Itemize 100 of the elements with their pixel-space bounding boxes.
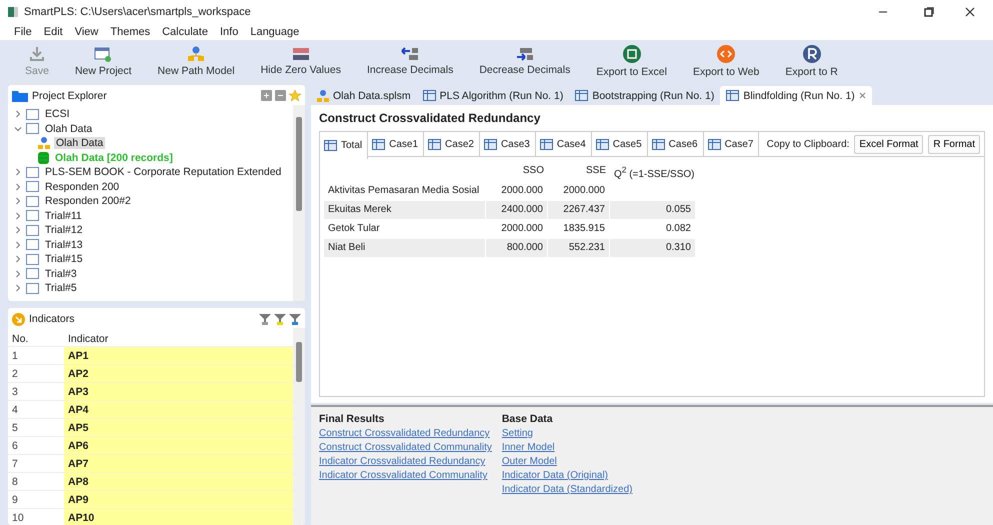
tree-item[interactable]: ECSI — [43, 108, 72, 120]
menu-item[interactable]: Calculate — [162, 26, 208, 38]
app-icon — [8, 7, 18, 17]
window-title: SmartPLS: C:\Users\acer\smartpls_workspace — [24, 6, 252, 18]
menu-item[interactable]: Themes — [110, 26, 150, 38]
project-icon — [26, 181, 39, 192]
chevron-right-icon[interactable] — [14, 212, 22, 220]
table-icon — [428, 138, 442, 150]
project-icon — [26, 268, 39, 280]
tree-item[interactable]: Trial#15 — [43, 253, 85, 266]
toolbar-button[interactable]: Decrease Decimals — [466, 41, 584, 81]
toolbar-button[interactable]: Increase Decimals — [354, 41, 466, 81]
case-tab[interactable]: Case7 — [704, 132, 760, 157]
tree-item[interactable]: Responden 200 — [43, 180, 122, 193]
folder-icon — [12, 90, 28, 102]
table-cell: AP8 — [64, 473, 293, 491]
table-cell: AP2 — [64, 365, 293, 383]
code-icon — [717, 44, 736, 62]
menu-item[interactable]: View — [74, 26, 98, 38]
new-window-icon — [94, 46, 112, 62]
tree-item[interactable]: Trial#5 — [43, 282, 79, 294]
editor-tab[interactable]: Olah Data.splsm — [311, 86, 417, 105]
report-link[interactable]: Indicator Data (Original) — [502, 470, 632, 481]
case-tab[interactable]: Case6 — [648, 132, 704, 157]
tree-item[interactable]: Olah Data — [43, 122, 94, 135]
copy-button[interactable]: Excel Format — [854, 134, 924, 154]
table-cell: AP4 — [64, 401, 293, 419]
chevron-right-icon[interactable] — [14, 110, 22, 118]
expand-all-icon[interactable] — [261, 90, 272, 101]
project-icon — [26, 123, 39, 134]
report-link[interactable]: Inner Model — [502, 442, 632, 453]
report-link[interactable]: Indicator Crossvalidated Redundancy — [319, 456, 492, 467]
tree-item[interactable]: Trial#11 — [43, 210, 84, 222]
table-cell: 800.000 — [486, 239, 548, 257]
toolbar-button[interactable]: Export to Web — [680, 41, 772, 81]
star-icon[interactable] — [289, 90, 301, 102]
editor-tab[interactable]: PLS Algorithm (Run No. 1) — [416, 86, 570, 105]
case-tab[interactable]: Case3 — [480, 132, 536, 157]
toolbar-button[interactable]: New Path Model — [144, 41, 248, 81]
table-cell: 0.055 — [610, 201, 696, 219]
table-icon — [422, 90, 436, 101]
chevron-right-icon[interactable] — [14, 168, 22, 176]
toolbar-button[interactable]: Hide Zero Values — [248, 41, 354, 81]
tree-item[interactable]: Olah Data — [54, 137, 106, 150]
hierarchy-icon — [38, 137, 50, 150]
table-icon — [484, 138, 497, 150]
case-tab[interactable]: Case2 — [424, 132, 480, 157]
editor-tab[interactable]: Blindfolding (Run No. 1) — [720, 86, 872, 105]
report-link[interactable]: Construct Crossvalidated Communality — [319, 442, 492, 453]
collapse-all-icon[interactable] — [275, 90, 286, 101]
chevron-right-icon[interactable] — [14, 226, 22, 234]
toolbar-button[interactable]: Export to R — [772, 41, 851, 81]
report-title: Construct Crossvalidated Redundancy — [319, 111, 542, 125]
copy-button[interactable]: R Format — [928, 134, 980, 154]
menu-item[interactable]: Info — [220, 26, 238, 38]
menu-item[interactable]: Language — [250, 26, 300, 38]
panel-title: Project Explorer — [32, 90, 107, 102]
table-cell: 0.310 — [610, 239, 696, 257]
toolbar-button[interactable]: New Project — [62, 41, 145, 81]
report-link[interactable]: Outer Model — [502, 456, 632, 467]
report-link[interactable]: Indicator Data (Standardized) — [502, 484, 632, 495]
tree-item[interactable]: Trial#13 — [43, 238, 85, 251]
table-cell: AP5 — [64, 419, 293, 437]
table-cell: AP3 — [64, 383, 293, 401]
table-cell: AP10 — [64, 509, 293, 525]
toolbar-button[interactable]: Export to Excel — [583, 41, 680, 81]
table-icon — [596, 138, 609, 150]
table-cell: 552.231 — [548, 239, 610, 257]
filter-icon[interactable] — [259, 313, 271, 325]
project-icon — [26, 108, 39, 120]
editor-tab[interactable]: Bootstrapping (Run No. 1) — [569, 86, 720, 105]
scrollbar[interactable] — [293, 328, 305, 525]
tree-item[interactable]: Trial#12 — [43, 224, 85, 236]
chevron-right-icon[interactable] — [14, 284, 22, 292]
case-tab[interactable]: Case1 — [368, 132, 424, 157]
chevron-down-icon[interactable] — [14, 124, 22, 133]
tree-item[interactable]: Trial#3 — [43, 268, 79, 280]
tree-item[interactable]: Responden 200#2 — [43, 195, 133, 208]
report-link[interactable]: Setting — [502, 428, 632, 439]
row-header: Niat Beli — [324, 239, 486, 257]
table-cell: 2267.437 — [548, 201, 610, 219]
table-cell: AP9 — [64, 491, 293, 509]
tree-item[interactable]: PLS-SEM BOOK - Corporate Reputation Extended — [43, 166, 284, 178]
case-tab[interactable]: Case4 — [536, 132, 592, 157]
filter-icon[interactable] — [274, 313, 286, 325]
chevron-right-icon[interactable] — [14, 255, 22, 264]
chevron-right-icon[interactable] — [14, 182, 22, 191]
chevron-right-icon[interactable] — [14, 197, 22, 206]
report-link[interactable]: Construct Crossvalidated Redundancy — [319, 428, 492, 439]
report-link[interactable]: Indicator Crossvalidated Communality — [319, 470, 492, 481]
chevron-right-icon[interactable] — [14, 270, 22, 278]
chevron-right-icon[interactable] — [14, 240, 22, 249]
case-tab[interactable]: Case5 — [592, 132, 648, 157]
filter-icon[interactable] — [289, 313, 301, 325]
menu-item[interactable]: Edit — [44, 26, 63, 38]
menu-item[interactable]: File — [14, 26, 32, 38]
scrollbar[interactable] — [293, 105, 305, 301]
database-icon — [38, 152, 49, 164]
hierarchy-icon — [317, 90, 329, 102]
arrow-right-icon — [516, 46, 534, 60]
